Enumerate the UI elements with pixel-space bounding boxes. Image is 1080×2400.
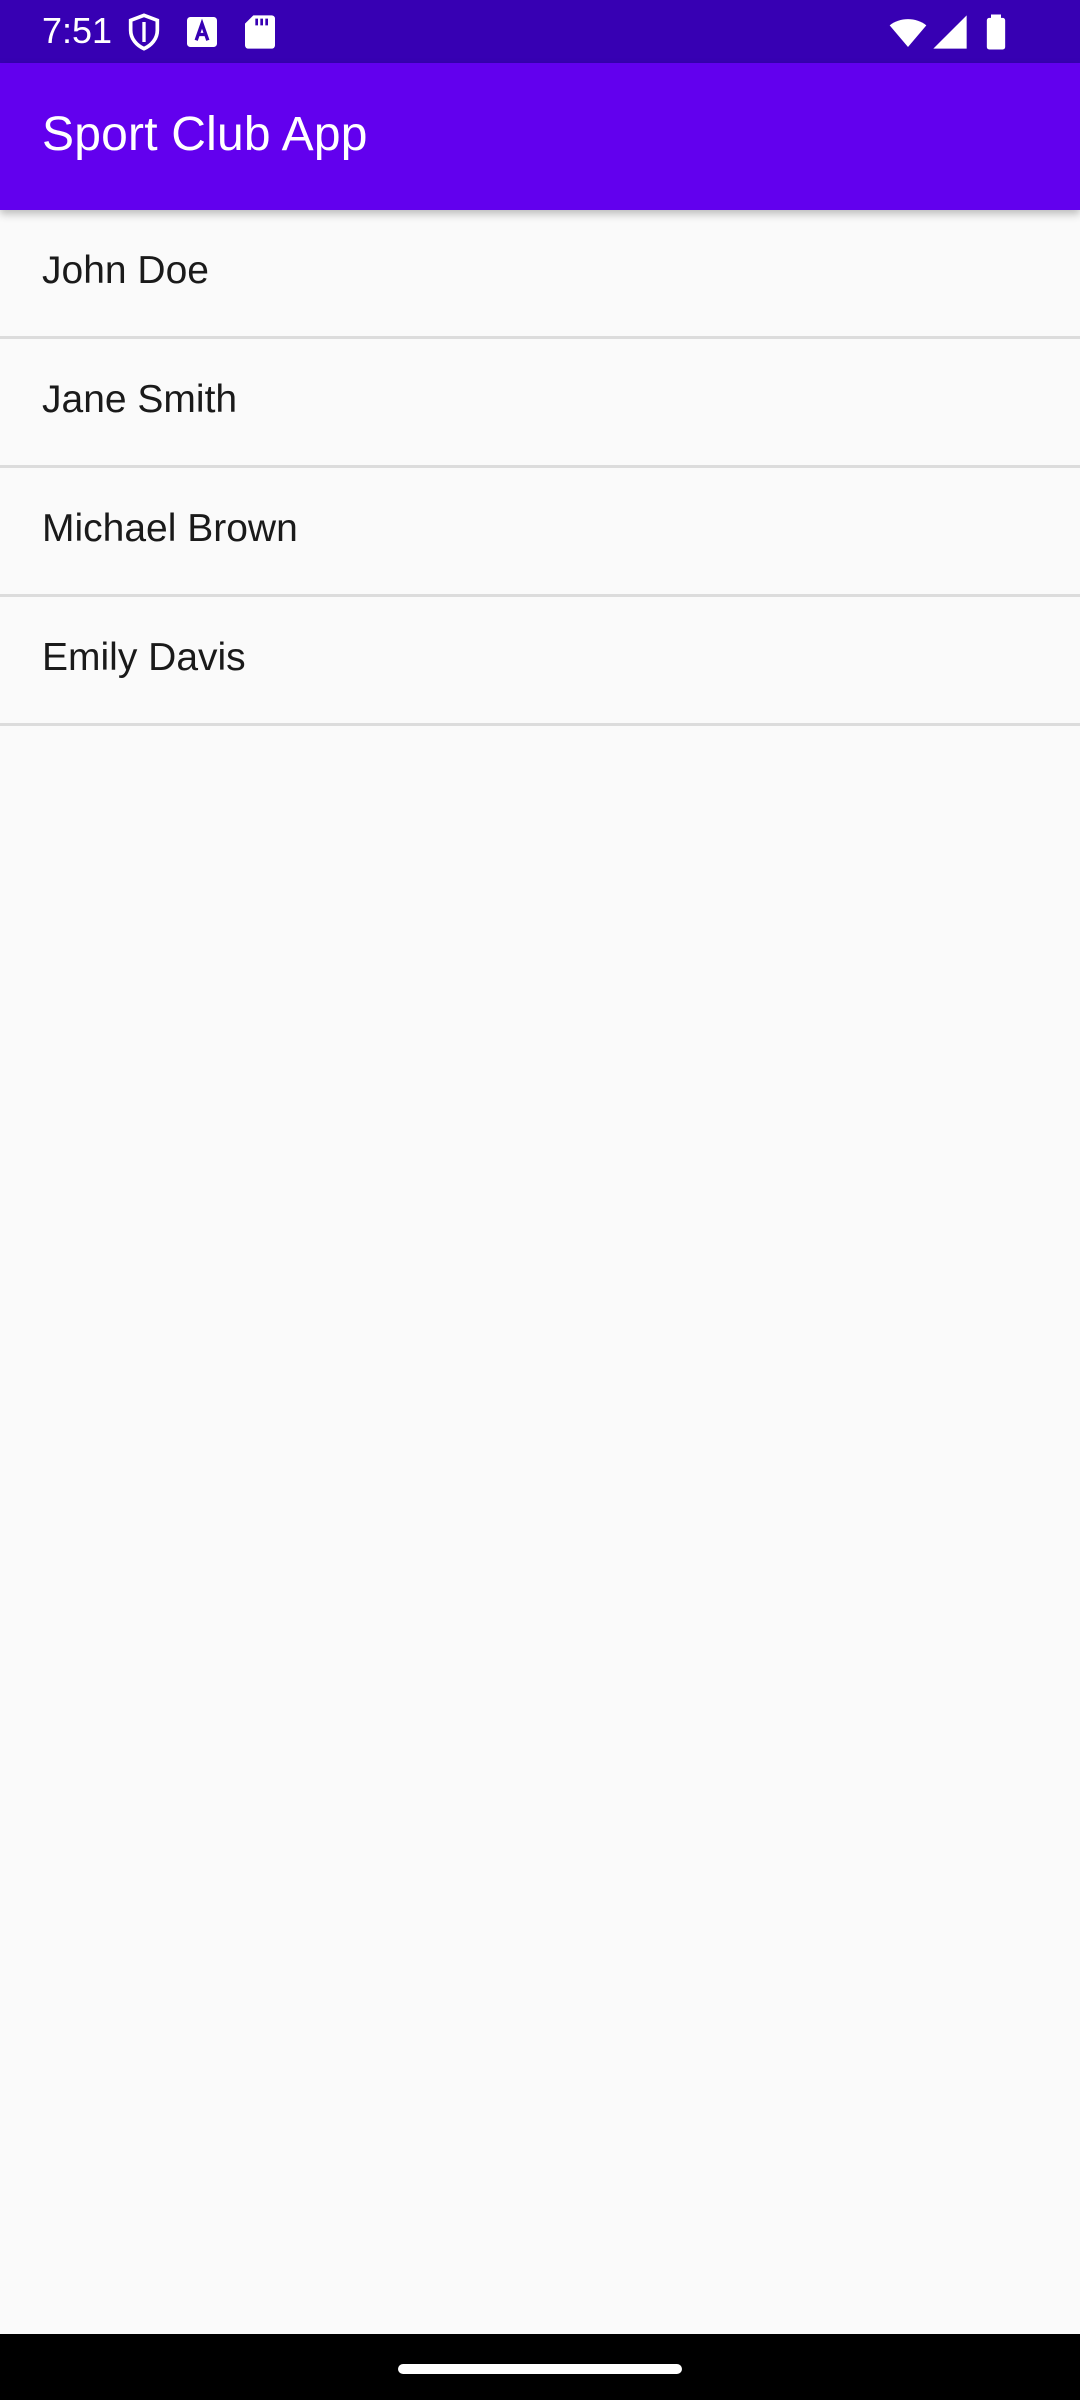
list-item[interactable]: Michael Brown (0, 468, 1080, 597)
shield-icon (124, 12, 164, 52)
list-item[interactable]: John Doe (0, 210, 1080, 339)
wifi-icon (888, 12, 928, 52)
sd-card-icon (240, 12, 280, 52)
member-name: Michael Brown (42, 507, 298, 550)
member-list: John Doe Jane Smith Michael Brown Emily … (0, 210, 1080, 726)
app-title: Sport Club App (42, 108, 368, 161)
screen: 7:51 Sport Club App John Doe Jane Smith (0, 0, 1080, 2400)
cellular-signal-icon (930, 12, 970, 52)
list-item[interactable]: Emily Davis (0, 597, 1080, 726)
navigation-bar (0, 2334, 1080, 2400)
app-bar: Sport Club App (0, 63, 1080, 210)
member-name: Emily Davis (42, 636, 246, 679)
battery-icon (976, 12, 1016, 52)
member-name: John Doe (42, 249, 209, 292)
status-bar: 7:51 (0, 0, 1080, 63)
list-item[interactable]: Jane Smith (0, 339, 1080, 468)
member-name: Jane Smith (42, 378, 238, 421)
home-gesture-handle[interactable] (398, 2364, 682, 2374)
status-time: 7:51 (42, 10, 113, 51)
font-a-icon (182, 12, 222, 52)
